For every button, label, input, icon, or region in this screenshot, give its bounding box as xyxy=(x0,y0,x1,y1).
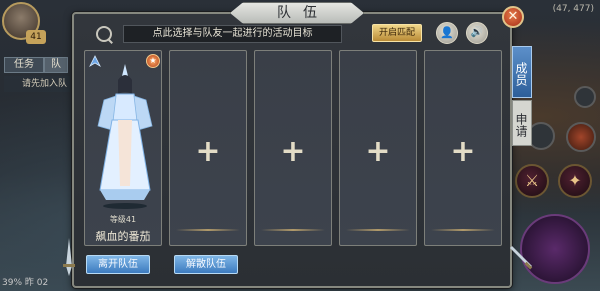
add-icon: + xyxy=(365,134,391,169)
activity-goal-selector[interactable]: 点此选择与队友一起进行的活动目标 xyxy=(123,25,342,43)
divider xyxy=(346,229,410,231)
player-level-badge: 41 xyxy=(26,30,46,44)
tab-applications[interactable]: 申请 xyxy=(512,100,532,146)
tab-members[interactable]: 成员 xyxy=(512,46,532,98)
empty-slot-4[interactable]: + xyxy=(339,50,417,246)
character-portrait xyxy=(97,64,153,209)
sword-ornament-icon xyxy=(63,238,75,276)
add-icon: + xyxy=(195,134,221,169)
disband-team-button[interactable]: 解散队伍 xyxy=(174,255,238,274)
close-button[interactable]: ✕ xyxy=(502,6,524,28)
empty-slot-5[interactable]: + xyxy=(424,50,502,246)
search-icon[interactable] xyxy=(96,26,112,42)
skill-button-2[interactable]: ✦ xyxy=(558,164,592,198)
task-tab[interactable]: 任务 xyxy=(4,57,44,73)
potion-icon[interactable] xyxy=(566,122,596,152)
team-tab[interactable]: 队 xyxy=(44,57,68,73)
menu-orb-icon[interactable] xyxy=(574,86,596,108)
coordinates-readout: (47, 477) xyxy=(552,4,594,14)
leave-team-button[interactable]: 离开队伍 xyxy=(86,255,150,274)
panel-title: 队伍 xyxy=(277,5,329,21)
skill-button-1[interactable]: ⚔ xyxy=(515,164,549,198)
add-icon: + xyxy=(450,134,476,169)
sword-ornament-icon xyxy=(510,246,533,270)
speaker-icon[interactable]: 🔊 xyxy=(466,22,488,44)
auto-match-button[interactable]: 开启匹配 xyxy=(372,24,422,42)
status-readout: 39% 昨 02 xyxy=(2,278,49,288)
member-name: 飙血的番茄 xyxy=(95,230,151,243)
divider xyxy=(431,229,495,231)
empty-slot-3[interactable]: + xyxy=(254,50,332,246)
add-member-icon[interactable]: 👤 xyxy=(436,22,458,44)
join-team-hint[interactable]: 请先加入队 xyxy=(4,76,70,92)
divider xyxy=(261,229,325,231)
member-level: 等级41 xyxy=(109,215,137,224)
empty-slot-2[interactable]: + xyxy=(169,50,247,246)
divider xyxy=(176,229,240,231)
add-icon: + xyxy=(280,134,306,169)
